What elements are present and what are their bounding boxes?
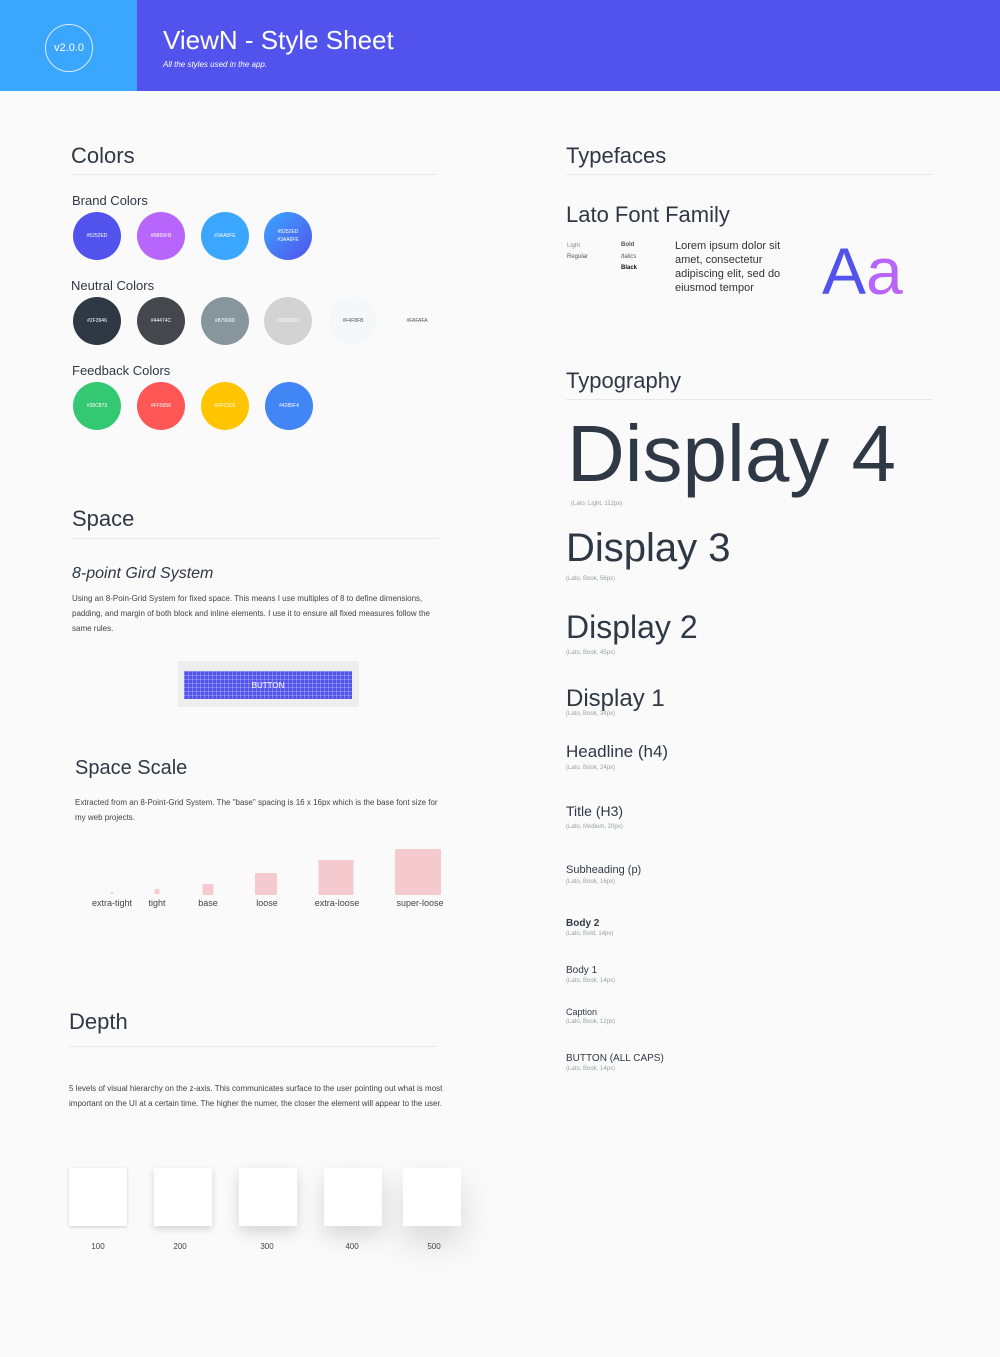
scale-label: super-loose	[396, 898, 444, 908]
scale-label: extra-loose	[314, 898, 360, 908]
display-2-spec: (Lato, Book, 45px)	[566, 650, 616, 656]
color-swatch: #D3D3D3	[264, 297, 312, 345]
page-title: ViewN - Style Sheet	[163, 25, 394, 55]
depth-divider	[69, 1046, 437, 1047]
subheading-spec: (Lato, Book, 16px)	[566, 879, 616, 885]
color-swatch: #44474C	[137, 297, 185, 345]
depth-card-200	[154, 1168, 212, 1226]
scale-square-extra-tight	[111, 892, 113, 894]
page-subtitle: All the styles used in the app.	[163, 60, 268, 69]
depth-label: 200	[173, 1242, 187, 1251]
space-section-title: Space	[72, 506, 135, 531]
depth-description: 5 levels of visual hierarchy on the z-ax…	[69, 1084, 443, 1108]
title-spec: (Lato, Medium, 20px)	[566, 824, 623, 830]
weight-black: Black	[621, 265, 638, 271]
typefaces-divider	[566, 174, 932, 175]
display-3-spec: (Lato, Book, 56px)	[566, 576, 616, 582]
color-swatch: #35C873	[73, 382, 121, 430]
button-style-spec: (Lato, Book, 14px)	[566, 1066, 616, 1072]
display-1-spec: (Lato, Book, 34px)	[566, 711, 616, 717]
space-divider	[72, 538, 438, 539]
feedback-colors-label: Feedback Colors	[72, 363, 171, 378]
scale-square-super-loose	[395, 849, 441, 895]
typefaces-section-title: Typefaces	[566, 143, 667, 168]
scale-label: tight	[148, 898, 166, 908]
glyph-small-a: a	[866, 234, 903, 308]
scale-square-extra-loose	[318, 860, 354, 895]
brand-colors-label: Brand Colors	[72, 193, 148, 208]
typography-divider	[566, 399, 932, 400]
depth-card-300	[239, 1168, 297, 1226]
body-1-spec: (Lato, Book, 14px)	[566, 978, 616, 984]
body-2-sample: Body 2	[566, 918, 600, 929]
button-style-sample: BUTTON (ALL CAPS)	[566, 1053, 664, 1064]
grid-system-description: Using an 8-Poin-Grid System for fixed sp…	[72, 594, 430, 633]
depth-label: 300	[260, 1242, 274, 1251]
color-swatch: #87969D	[201, 297, 249, 345]
title-sample: Title (H3)	[566, 803, 624, 819]
color-swatch: #5252ED	[73, 212, 121, 260]
display-3-sample: Display 3	[566, 526, 731, 570]
color-swatch: #4285F4	[265, 382, 313, 430]
weight-regular: Regular	[567, 254, 589, 260]
subheading-sample: Subheading (p)	[566, 864, 642, 876]
display-1-sample: Display 1	[566, 685, 665, 712]
scale-square-tight	[154, 889, 160, 894]
color-swatch: #B865FB	[137, 212, 185, 260]
color-swatch: #3AA6FE	[201, 212, 249, 260]
depth-section-title: Depth	[69, 1009, 128, 1034]
scale-label: base	[198, 898, 218, 908]
grid-system-title: 8-point Gird System	[72, 565, 214, 582]
headline-sample: Headline (h4)	[566, 742, 669, 761]
headline-spec: (Lato, Book, 24px)	[566, 765, 616, 771]
font-family-title: Lato Font Family	[566, 202, 730, 227]
color-swatch: #FF5656	[137, 382, 185, 430]
typeface-sample-text: Lorem ipsum dolor sit amet, consectetur …	[675, 240, 781, 294]
version-badge: v2.0.0	[45, 24, 93, 72]
scale-square-base	[202, 884, 214, 895]
depth-label: 100	[91, 1242, 105, 1251]
scale-label: loose	[256, 898, 278, 908]
typeface-glyph-sample: Aa	[822, 236, 903, 306]
depth-label: 400	[345, 1242, 359, 1251]
depth-card-100	[69, 1168, 127, 1226]
space-scale-description: Extracted from an 8-Point-Grid System. T…	[75, 798, 438, 822]
colors-section-title: Colors	[71, 143, 135, 168]
caption-spec: (Lato, Book, 12px)	[566, 1019, 616, 1025]
weight-light: Light	[567, 243, 581, 249]
display-4-spec: (Lato, Light, 112px)	[571, 501, 623, 507]
neutral-colors-label: Neutral Colors	[71, 278, 155, 293]
gradient-swatch: #5252ED #3AA6FE	[264, 212, 312, 260]
display-2-sample: Display 2	[566, 609, 698, 645]
body-2-spec: (Lato, Bold, 14px)	[566, 931, 614, 937]
display-4-sample: Display 4	[567, 409, 897, 498]
depth-card-500	[403, 1168, 461, 1226]
color-swatch: #FAFAFA	[393, 297, 441, 345]
colors-divider	[71, 174, 437, 175]
scale-label: extra-tight	[91, 898, 133, 908]
space-scale-title: Space Scale	[75, 757, 188, 779]
demo-button[interactable]: BUTTON	[184, 671, 352, 699]
typography-section-title: Typography	[566, 368, 681, 393]
color-swatch: #2F3946	[73, 297, 121, 345]
body-1-sample: Body 1	[566, 965, 598, 976]
depth-card-400	[324, 1168, 382, 1226]
weight-italics: Italics	[621, 254, 637, 260]
weight-bold: Bold	[621, 242, 635, 248]
color-swatch: #F4F8FB	[329, 297, 377, 345]
depth-label: 500	[427, 1242, 441, 1251]
scale-square-loose	[255, 873, 277, 895]
caption-sample: Caption	[566, 1007, 598, 1017]
glyph-capital-a: A	[822, 234, 867, 308]
color-swatch: #FFC501	[201, 382, 249, 430]
